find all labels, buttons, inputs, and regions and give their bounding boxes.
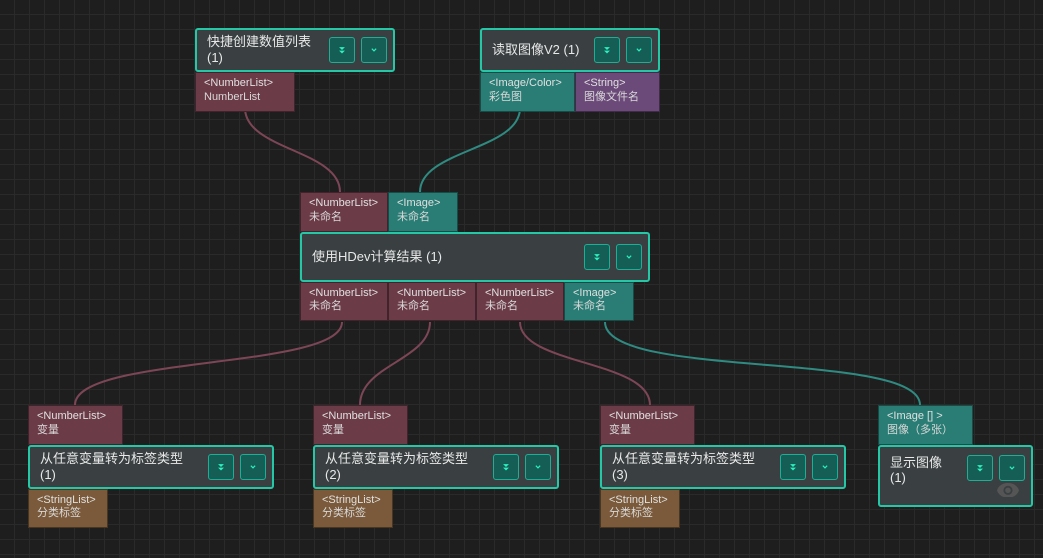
port-in-variable[interactable]: <NumberList> 变量 — [28, 405, 123, 445]
port-in-variable[interactable]: <NumberList> 变量 — [313, 405, 408, 445]
node-convert-3[interactable]: <NumberList> 变量 从任意变量转为标签类型 (3) <StringL… — [600, 405, 846, 528]
download-icon[interactable] — [626, 37, 652, 63]
collapse-icon[interactable] — [208, 454, 234, 480]
node-title: 读取图像V2 (1) — [492, 42, 588, 58]
node-header[interactable]: 读取图像V2 (1) — [480, 28, 660, 72]
port-out-stringlist[interactable]: <StringList> 分类标签 — [28, 489, 108, 529]
port-image-color[interactable]: <Image/Color> 彩色图 — [480, 72, 575, 112]
node-quick-create[interactable]: 快捷创建数值列表 (1) <NumberList> NumberList — [195, 28, 395, 112]
collapse-icon[interactable] — [584, 244, 610, 270]
port-out-stringlist[interactable]: <StringList> 分类标签 — [600, 489, 680, 529]
download-icon[interactable] — [999, 455, 1025, 481]
input-ports: <Image [] > 图像（多张） — [878, 405, 1033, 445]
download-icon[interactable] — [240, 454, 266, 480]
input-ports: <NumberList> 未命名 <Image> 未命名 — [300, 192, 650, 232]
port-out-numberlist-0[interactable]: <NumberList> 未命名 — [300, 282, 388, 322]
input-ports: <NumberList> 变量 — [600, 405, 846, 445]
port-in-variable[interactable]: <NumberList> 变量 — [600, 405, 695, 445]
port-numberlist[interactable]: <NumberList> NumberList — [195, 72, 295, 112]
input-ports: <NumberList> 变量 — [313, 405, 559, 445]
node-title: 显示图像 (1) — [890, 455, 961, 486]
node-hdev[interactable]: <NumberList> 未命名 <Image> 未命名 使用HDev计算结果 … — [300, 192, 650, 321]
port-out-numberlist-2[interactable]: <NumberList> 未命名 — [476, 282, 564, 322]
collapse-icon[interactable] — [967, 455, 993, 481]
collapse-icon[interactable] — [594, 37, 620, 63]
node-convert-2[interactable]: <NumberList> 变量 从任意变量转为标签类型 (2) <StringL… — [313, 405, 559, 528]
port-out-stringlist[interactable]: <StringList> 分类标签 — [313, 489, 393, 529]
port-out-numberlist-1[interactable]: <NumberList> 未命名 — [388, 282, 476, 322]
node-convert-1[interactable]: <NumberList> 变量 从任意变量转为标签类型 (1) <StringL… — [28, 405, 274, 528]
port-out-image[interactable]: <Image> 未命名 — [564, 282, 634, 322]
output-ports: <StringList> 分类标签 — [600, 489, 846, 529]
eye-icon — [997, 483, 1019, 497]
port-string[interactable]: <String> 图像文件名 — [575, 72, 660, 112]
download-icon[interactable] — [525, 454, 551, 480]
node-header[interactable]: 从任意变量转为标签类型 (2) — [313, 445, 559, 489]
node-show-image[interactable]: <Image [] > 图像（多张） 显示图像 (1) — [878, 405, 1033, 507]
node-read-image[interactable]: 读取图像V2 (1) <Image/Color> 彩色图 <String> 图像… — [480, 28, 660, 112]
node-title: 使用HDev计算结果 (1) — [312, 249, 578, 265]
download-icon[interactable] — [361, 37, 387, 63]
port-in-numberlist[interactable]: <NumberList> 未命名 — [300, 192, 388, 232]
collapse-icon[interactable] — [493, 454, 519, 480]
node-header[interactable]: 从任意变量转为标签类型 (3) — [600, 445, 846, 489]
output-ports: <Image/Color> 彩色图 <String> 图像文件名 — [480, 72, 660, 112]
input-ports: <NumberList> 变量 — [28, 405, 274, 445]
collapse-icon[interactable] — [780, 454, 806, 480]
port-in-imagearray[interactable]: <Image [] > 图像（多张） — [878, 405, 973, 445]
node-title: 从任意变量转为标签类型 (3) — [612, 451, 774, 482]
node-header[interactable]: 快捷创建数值列表 (1) — [195, 28, 395, 72]
node-title: 从任意变量转为标签类型 (2) — [325, 451, 487, 482]
download-icon[interactable] — [812, 454, 838, 480]
output-ports: <StringList> 分类标签 — [28, 489, 274, 529]
node-title: 快捷创建数值列表 (1) — [207, 34, 323, 65]
download-icon[interactable] — [616, 244, 642, 270]
node-canvas[interactable]: 快捷创建数值列表 (1) <NumberList> NumberList 读取图… — [0, 0, 1043, 558]
output-ports: <NumberList> NumberList — [195, 72, 395, 112]
node-title: 从任意变量转为标签类型 (1) — [40, 451, 202, 482]
node-header[interactable]: 从任意变量转为标签类型 (1) — [28, 445, 274, 489]
output-ports: <NumberList> 未命名 <NumberList> 未命名 <Numbe… — [300, 282, 650, 322]
port-in-image[interactable]: <Image> 未命名 — [388, 192, 458, 232]
output-ports: <StringList> 分类标签 — [313, 489, 559, 529]
node-header[interactable]: 显示图像 (1) — [878, 445, 1033, 507]
node-header[interactable]: 使用HDev计算结果 (1) — [300, 232, 650, 282]
collapse-icon[interactable] — [329, 37, 355, 63]
